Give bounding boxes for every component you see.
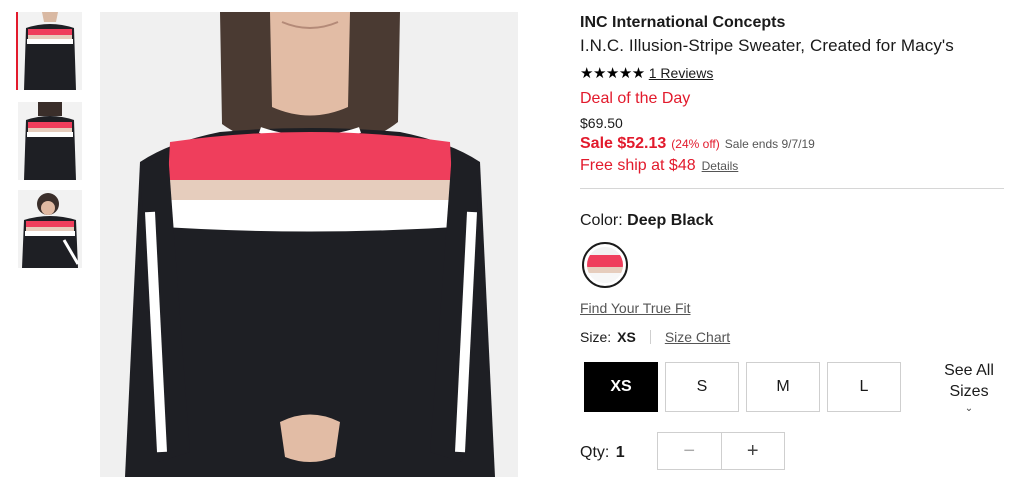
- color-swatch-deep-black[interactable]: [582, 242, 628, 288]
- product-name: I.N.C. Illusion-Stripe Sweater, Created …: [580, 36, 954, 55]
- see-all-sizes-button[interactable]: See All Sizes ⌄: [940, 360, 998, 414]
- size-chart-link[interactable]: Size Chart: [665, 329, 730, 345]
- see-all-line-1: See All: [944, 362, 994, 379]
- qty-label: Qty:: [580, 444, 610, 461]
- quantity-stepper[interactable]: − +: [657, 432, 785, 470]
- thumbnail-3[interactable]: [18, 190, 82, 268]
- size-option-l[interactable]: L: [827, 362, 901, 412]
- free-ship-text: Free ship at $48: [580, 157, 696, 174]
- star-rating-icon: ★★★★★: [580, 65, 645, 82]
- discount-percent: (24% off): [671, 137, 720, 151]
- sale-price-row: Sale $52.13 (24% off) Sale ends 9/7/19: [580, 135, 815, 153]
- size-option-s[interactable]: S: [665, 362, 739, 412]
- sale-end-date: Sale ends 9/7/19: [724, 137, 815, 151]
- divider: [580, 188, 1004, 189]
- size-selected: XS: [617, 329, 636, 345]
- free-ship-row: Free ship at $48 Details: [580, 157, 738, 175]
- qty-row: Qty: 1: [580, 444, 625, 462]
- size-option-xs[interactable]: XS: [584, 362, 658, 412]
- size-row: Size: XS Size Chart: [580, 329, 730, 345]
- see-all-line-2: Sizes: [949, 383, 989, 400]
- sweater-image: [100, 12, 518, 477]
- rating-row: ★★★★★ 1 Reviews: [580, 64, 713, 82]
- qty-increase-button[interactable]: +: [722, 433, 785, 469]
- deal-of-the-day-label: Deal of the Day: [580, 90, 691, 107]
- thumbnail-2[interactable]: [18, 102, 82, 180]
- ship-details-link[interactable]: Details: [702, 159, 739, 173]
- true-fit-link[interactable]: Find Your True Fit: [580, 300, 691, 316]
- size-option-m[interactable]: M: [746, 362, 820, 412]
- color-row: Color: Deep Black: [580, 212, 713, 230]
- brand-name[interactable]: INC International Concepts: [580, 14, 785, 32]
- sale-price: Sale $52.13: [580, 135, 667, 152]
- color-label: Color:: [580, 212, 623, 229]
- size-label: Size:: [580, 329, 612, 345]
- swatch-image: [587, 247, 623, 283]
- thumbnail-1-image: [18, 12, 82, 90]
- qty-value: 1: [615, 444, 625, 461]
- qty-decrease-button[interactable]: −: [658, 433, 722, 469]
- chevron-down-icon: ⌄: [964, 403, 974, 414]
- reviews-link[interactable]: 1 Reviews: [649, 65, 714, 81]
- original-price: $69.50: [580, 115, 623, 131]
- thumbnail-2-image: [18, 102, 82, 180]
- color-selected-name: Deep Black: [627, 212, 714, 229]
- thumbnail-1[interactable]: [16, 12, 82, 90]
- thumbnail-3-image: [18, 190, 82, 268]
- main-product-image[interactable]: [100, 12, 518, 477]
- size-separator: [649, 330, 651, 344]
